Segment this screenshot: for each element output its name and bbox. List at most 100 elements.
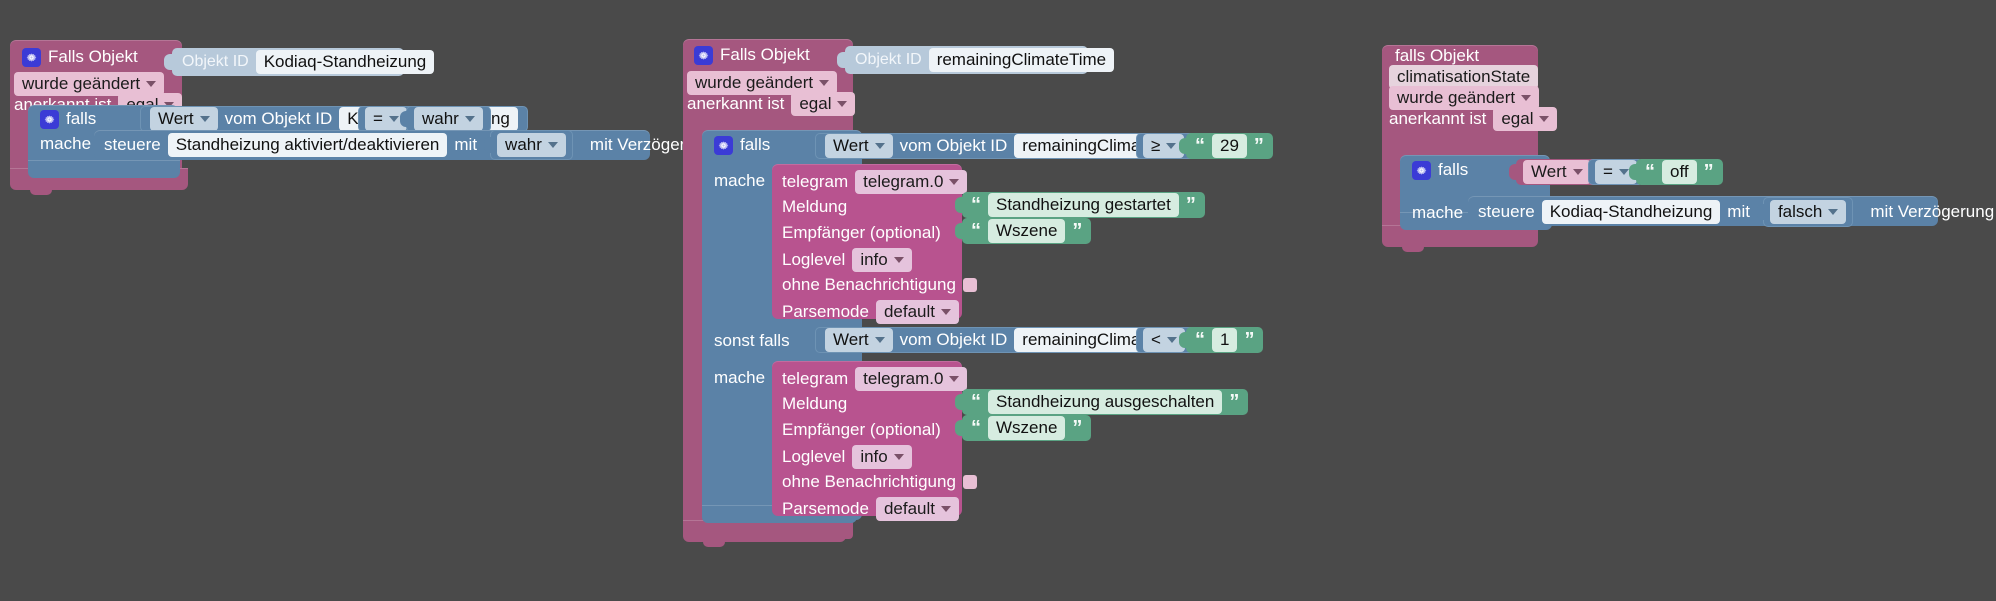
if-keyword-1: falls: [66, 109, 97, 128]
object-id-label: Objekt ID: [855, 51, 922, 68]
condition-value-block-3[interactable]: Wert: [1516, 159, 1598, 185]
if-keyword-2: falls: [740, 135, 771, 154]
loglevel-dropdown-2[interactable]: info: [852, 445, 912, 469]
quote-open-icon: “: [1645, 161, 1655, 183]
parsemode-dropdown-2[interactable]: default: [875, 497, 959, 521]
gear-icon[interactable]: [40, 109, 59, 129]
parsemode-row-1: Parsemode default: [782, 300, 959, 324]
compare-text-block-3[interactable]: “ off ”: [1636, 159, 1723, 185]
quote-close-icon: ”: [1703, 161, 1714, 183]
else-do-keyword-2: mache: [714, 368, 766, 387]
telegram-instance-dropdown-2[interactable]: telegram.0: [855, 367, 968, 391]
with-value-dropdown-3[interactable]: falsch: [1769, 200, 1847, 224]
compare-value-2[interactable]: 29: [1212, 134, 1247, 158]
parsemode-label-1: Parsemode: [782, 302, 869, 321]
action-target-1[interactable]: Standheizung aktiviert/deaktivieren: [167, 133, 448, 157]
value-kind-dropdown-1[interactable]: Wert: [150, 107, 218, 131]
quote-close-icon: ”: [1253, 135, 1264, 157]
quote-open-icon: “: [971, 391, 981, 413]
action-keyword-1: steuere: [104, 135, 161, 154]
with-value-block-3[interactable]: falsch: [1762, 197, 1854, 227]
object-id-value[interactable]: Kodiaq-Standheizung: [255, 50, 435, 74]
loglevel-row-1: Loglevel info: [782, 248, 912, 272]
ack-label: anerkannt ist: [687, 94, 785, 113]
telegram-instance-row-2: telegram telegram.0: [782, 367, 968, 391]
message-label-1: Meldung: [782, 197, 848, 216]
if-row-header-1: falls: [40, 107, 96, 131]
message-label-2: Meldung: [782, 394, 848, 413]
silent-label-1: ohne Benachrichtigung: [782, 275, 956, 294]
object-id-plug-2[interactable]: Objekt ID remainingClimateTime: [837, 46, 1115, 74]
quote-open-icon: “: [971, 194, 981, 216]
value-kind-dropdown-2[interactable]: Wert: [825, 134, 893, 158]
elseif-compare-value[interactable]: 1: [1212, 328, 1238, 352]
action-target-3[interactable]: Kodiaq-Standheizung: [1541, 200, 1721, 224]
compare-value-block-1[interactable]: wahr: [406, 106, 491, 132]
with-label-3: mit: [1727, 202, 1750, 221]
silent-label-2: ohne Benachrichtigung: [782, 472, 956, 491]
object-id-value[interactable]: remainingClimateTime: [928, 48, 1115, 72]
quote-open-icon: “: [1195, 329, 1205, 351]
recipient-text-block-1[interactable]: “ Wszene ”: [962, 218, 1092, 244]
if-row-header-3: falls: [1412, 158, 1468, 182]
telegram-label-2: telegram: [782, 369, 849, 388]
event-title: Falls Objekt: [720, 45, 810, 64]
do-keyword-1: mache: [40, 134, 92, 153]
message-text-block-2[interactable]: “ Standheizung ausgeschalten ”: [962, 389, 1249, 415]
quote-close-icon: ”: [1072, 417, 1083, 439]
object-id-plug-1[interactable]: Objekt ID Kodiaq-Standheizung: [164, 48, 435, 76]
elseif-from-object-label: vom Objekt ID: [899, 330, 1008, 349]
parsemode-dropdown-1[interactable]: default: [875, 300, 959, 324]
recipient-text-block-2[interactable]: “ Wszene ”: [962, 415, 1092, 441]
change-mode-value: wurde geändert: [22, 74, 141, 93]
from-object-label-1: vom Objekt ID: [224, 109, 333, 128]
recipient-value-2[interactable]: Wszene: [988, 416, 1066, 440]
loglevel-label-1: Loglevel: [782, 250, 846, 269]
delay-label-3: mit Verzögerung: [1870, 202, 1995, 221]
ack-dropdown-2[interactable]: egal: [791, 92, 856, 116]
control-statement-row-3: steuere Kodiaq-Standheizung mit falsch m…: [1478, 197, 1996, 227]
gear-icon[interactable]: [714, 135, 733, 155]
message-text-block-1[interactable]: “ Standheizung gestartet ”: [962, 192, 1205, 218]
compare-value-3[interactable]: off: [1662, 160, 1697, 184]
with-value-block-1[interactable]: wahr: [490, 130, 573, 160]
from-object-label-2: vom Objekt ID: [899, 136, 1008, 155]
event-header-row-1: Falls Objekt: [22, 45, 138, 69]
loglevel-dropdown-1[interactable]: info: [852, 248, 912, 272]
ack-label: anerkannt ist: [1389, 109, 1487, 128]
gear-icon[interactable]: [694, 45, 713, 65]
quote-close-icon: ”: [1244, 329, 1255, 351]
message-value-2[interactable]: Standheizung ausgeschalten: [988, 390, 1223, 414]
with-value-dropdown-1[interactable]: wahr: [497, 133, 566, 157]
compare-text-block-2[interactable]: “ 29 ”: [1186, 133, 1273, 159]
event-block-remainingclimatetime-arm: [683, 520, 846, 542]
quote-open-icon: “: [971, 220, 981, 242]
do-keyword-3: mache: [1412, 203, 1464, 222]
do-keyword-2: mache: [714, 171, 766, 190]
value-kind-dropdown-3[interactable]: Wert: [1523, 160, 1591, 184]
loglevel-label-2: Loglevel: [782, 447, 846, 466]
loglevel-row-2: Loglevel info: [782, 445, 912, 469]
telegram-instance-dropdown-1[interactable]: telegram.0: [855, 170, 968, 194]
block-connector-notch: [1402, 246, 1424, 252]
gear-icon[interactable]: [22, 47, 41, 67]
telegram-label-1: telegram: [782, 172, 849, 191]
ack-row-3: anerkannt ist egal: [1389, 107, 1558, 131]
gear-icon[interactable]: [1412, 160, 1431, 180]
block-connector-notch: [703, 541, 725, 547]
if-keyword-3: falls: [1438, 160, 1469, 179]
object-id-label: Objekt ID: [182, 53, 249, 70]
telegram-instance-row-1: telegram telegram.0: [782, 170, 968, 194]
event-title: Falls Objekt: [48, 47, 138, 66]
ack-row-2: anerkannt ist egal: [687, 92, 856, 116]
elseif-value-kind-dropdown[interactable]: Wert: [825, 328, 893, 352]
silent-checkbox-2[interactable]: [962, 475, 977, 489]
compare-value-dropdown-1[interactable]: wahr: [414, 107, 483, 131]
elseif-compare-text-block[interactable]: “ 1 ”: [1186, 327, 1264, 353]
recipient-value-1[interactable]: Wszene: [988, 219, 1066, 243]
ack-dropdown-3[interactable]: egal: [1493, 107, 1558, 131]
message-value-1[interactable]: Standheizung gestartet: [988, 193, 1179, 217]
silent-checkbox-1[interactable]: [962, 278, 977, 292]
quote-open-icon: “: [1195, 135, 1205, 157]
blockly-canvas[interactable]: Objekt ID Kodiaq-Standheizung Falls Obje…: [0, 0, 1996, 601]
